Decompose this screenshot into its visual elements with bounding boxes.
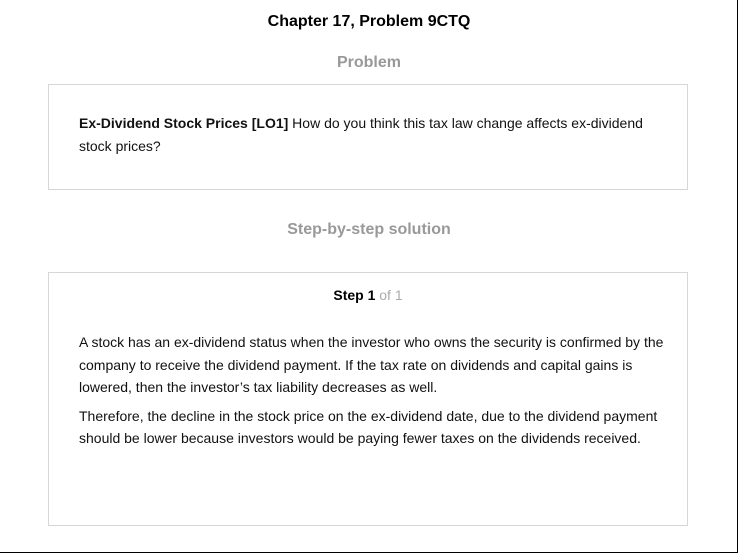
problem-statement: Ex-Dividend Stock Prices [LO1] How do yo… [79, 112, 669, 157]
solution-card: Step 1 of 1 A stock has an ex-dividend s… [48, 272, 688, 526]
step-indicator: Step 1 of 1 [49, 286, 687, 304]
solution-body: A stock has an ex-dividend status when t… [79, 331, 669, 456]
solution-heading: Step-by-step solution [287, 221, 451, 238]
solution-paragraph: A stock has an ex-dividend status when t… [79, 334, 664, 395]
step-number: Step 1 [333, 287, 376, 303]
problem-label: Ex-Dividend Stock Prices [LO1] [79, 115, 289, 131]
solution-paragraph: Therefore, the decline in the stock pric… [79, 407, 658, 447]
step-total: of 1 [375, 287, 403, 303]
problem-heading: Problem [336, 54, 401, 71]
page-title: Chapter 17, Problem 9CTQ [267, 13, 471, 30]
problem-card: Ex-Dividend Stock Prices [LO1] How do yo… [48, 84, 688, 190]
